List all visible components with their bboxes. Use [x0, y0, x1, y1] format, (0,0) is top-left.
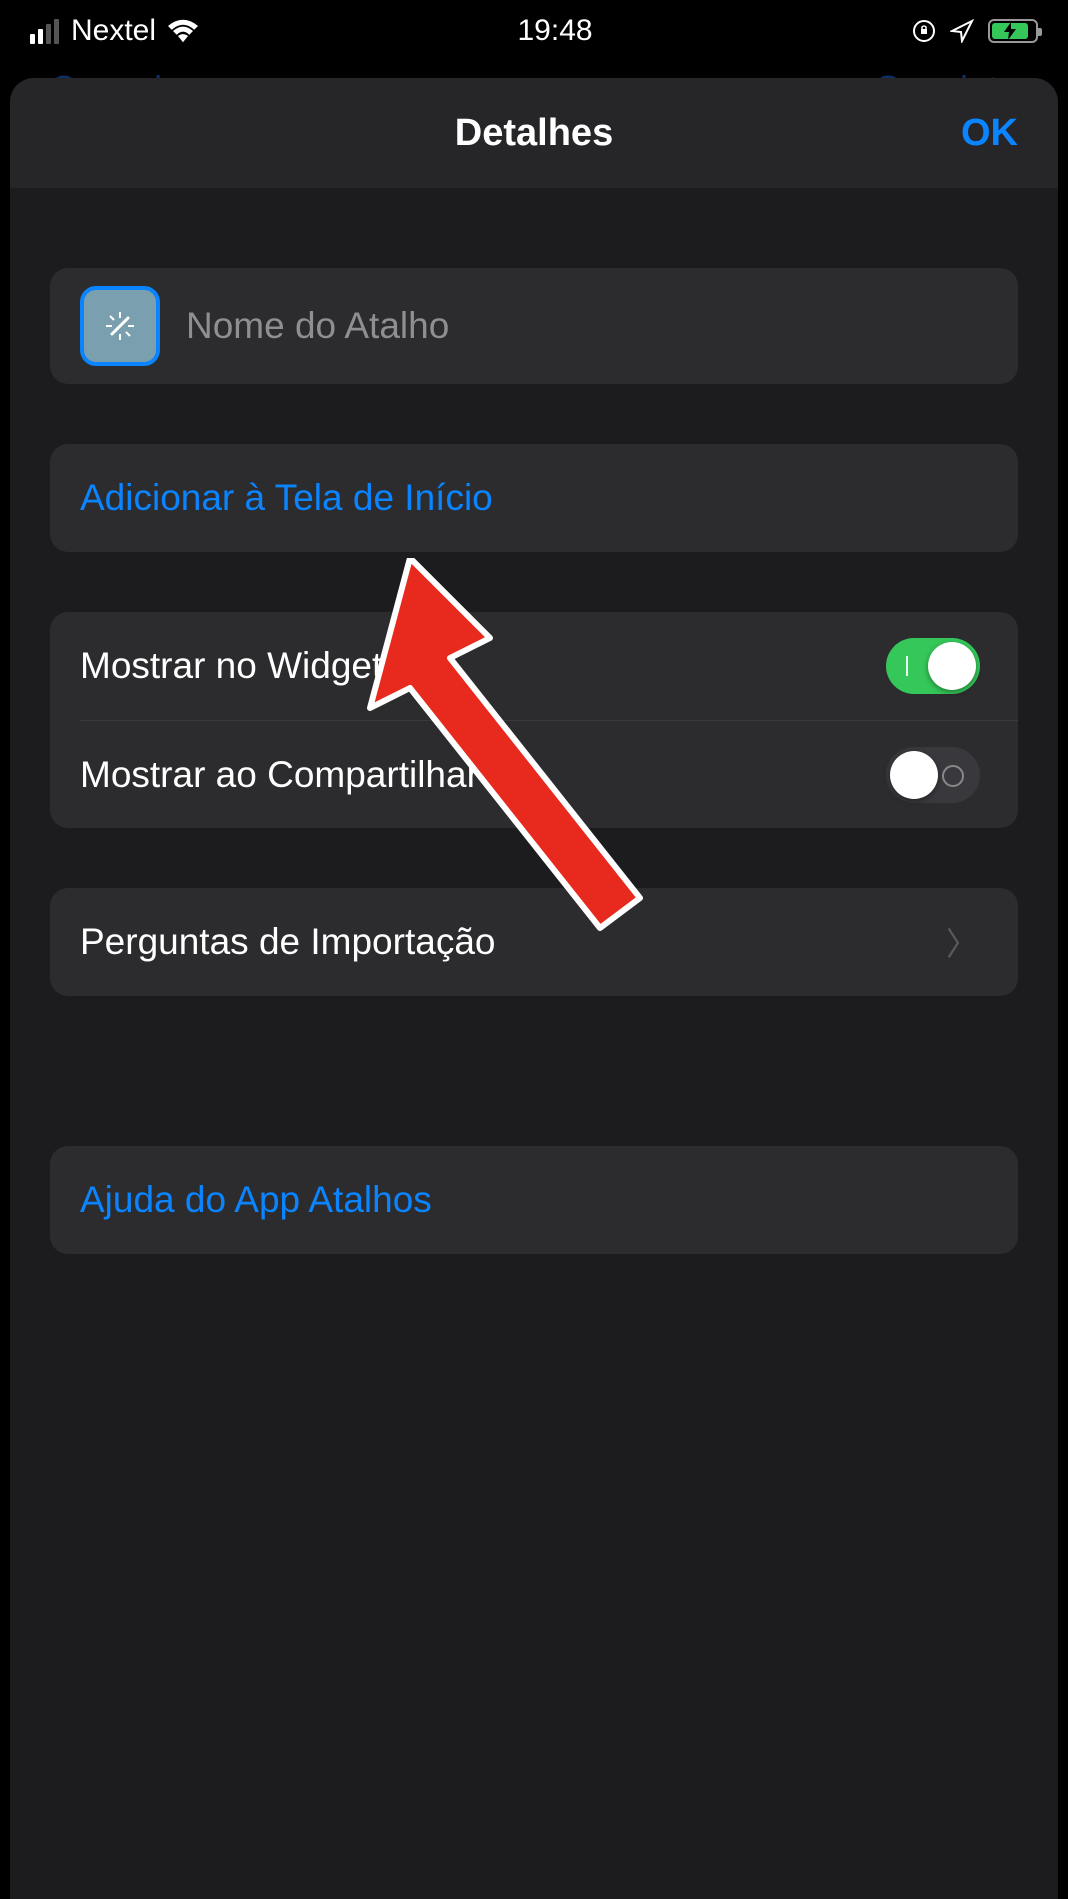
show-in-share-row: Mostrar ao Compartilhar: [80, 720, 1018, 828]
help-button[interactable]: Ajuda do App Atalhos: [50, 1146, 1018, 1254]
shortcut-icon-button[interactable]: [80, 286, 160, 366]
location-icon: [950, 19, 974, 43]
shortcut-name-input[interactable]: [186, 305, 988, 347]
status-left: Nextel: [30, 14, 198, 48]
wifi-icon: [168, 19, 198, 43]
chevron-right-icon: 〉: [946, 919, 988, 965]
import-questions-label: Perguntas de Importação: [80, 921, 495, 963]
magic-wand-icon: [98, 304, 142, 348]
clock: 19:48: [517, 14, 592, 48]
cellular-signal-icon: [30, 19, 59, 44]
import-questions-section: Perguntas de Importação 〉: [50, 888, 1018, 996]
battery-icon: [988, 19, 1038, 43]
show-in-widget-toggle[interactable]: [886, 638, 980, 694]
show-in-widget-row: Mostrar no Widget: [50, 612, 1018, 720]
status-right: [912, 19, 1038, 43]
show-in-share-label: Mostrar ao Compartilhar: [80, 754, 479, 796]
status-bar: Nextel 19:48: [0, 0, 1068, 58]
ok-button[interactable]: OK: [961, 112, 1018, 155]
add-to-home-label: Adicionar à Tela de Início: [80, 477, 493, 519]
shortcut-name-row[interactable]: [50, 268, 1018, 384]
show-in-share-toggle[interactable]: [886, 747, 980, 803]
shortcut-name-section: [50, 268, 1018, 384]
toggles-section: Mostrar no Widget Mostrar ao Compartilha…: [50, 612, 1018, 828]
orientation-lock-icon: [912, 19, 936, 43]
carrier-label: Nextel: [71, 14, 156, 48]
toggle-knob: [928, 642, 976, 690]
add-to-home-button[interactable]: Adicionar à Tela de Início: [50, 444, 1018, 552]
details-modal: Detalhes OK: [10, 78, 1058, 1899]
modal-title: Detalhes: [455, 112, 613, 155]
help-label: Ajuda do App Atalhos: [80, 1179, 432, 1221]
add-to-home-section: Adicionar à Tela de Início: [50, 444, 1018, 552]
help-section: Ajuda do App Atalhos: [50, 1146, 1018, 1254]
modal-header: Detalhes OK: [10, 78, 1058, 188]
show-in-widget-label: Mostrar no Widget: [80, 645, 382, 687]
toggle-knob: [890, 751, 938, 799]
import-questions-button[interactable]: Perguntas de Importação 〉: [50, 888, 1018, 996]
